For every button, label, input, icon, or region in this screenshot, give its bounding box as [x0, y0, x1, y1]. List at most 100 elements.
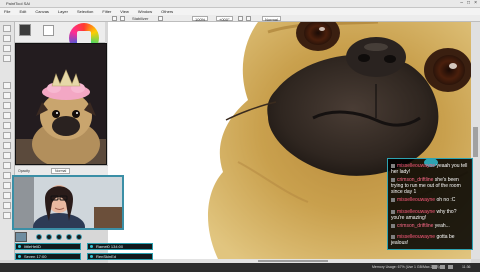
subscriber-badge-icon [391, 197, 395, 202]
language-icon[interactable] [448, 265, 453, 269]
menu-filter[interactable]: Filter [102, 8, 111, 15]
layer-mode-select[interactable]: Normal [51, 168, 71, 174]
rotate-tool[interactable] [3, 55, 11, 62]
layer-thumbnail[interactable] [15, 232, 27, 242]
rotate-left-button[interactable] [238, 16, 243, 21]
chat-message: misselleouwayne why tho? you're amazing! [391, 209, 471, 221]
overlay-dot [46, 234, 52, 240]
menu-window[interactable]: Window [138, 8, 152, 15]
gradation-tool[interactable] [3, 192, 11, 199]
menu-bar: File Edit Canvas Layer Selection Filter … [0, 8, 480, 15]
dog-webcam [15, 43, 107, 165]
rotate-right-button[interactable] [246, 16, 251, 21]
app-title: PaintTool SAI [6, 1, 31, 6]
star-icon [18, 255, 21, 258]
layer-opacity-label: Opacity [18, 169, 30, 173]
coin-icon [90, 245, 93, 248]
subscriber-badge-icon [391, 223, 395, 228]
overlay-host-bar: RenSkinEd [87, 253, 153, 260]
bucket-tool[interactable] [3, 152, 11, 159]
chat-message: misselleouwayne gotta be jealous! [391, 234, 471, 246]
overlay-donation-text: Ramel0 134:00 [96, 244, 124, 249]
menu-others[interactable]: Others [161, 8, 173, 15]
zoom-tool[interactable] [3, 45, 11, 52]
blur-tool[interactable] [3, 162, 11, 169]
background-color-swatch[interactable] [43, 25, 54, 36]
chat-overlay: misselleouwayne yeaah you tell her lady!… [387, 158, 473, 250]
pen-mode-button[interactable] [158, 16, 163, 21]
menu-layer[interactable]: Layer [58, 8, 68, 15]
close-button[interactable]: × [474, 0, 477, 7]
overlay-dot [36, 234, 42, 240]
subscriber-badge-icon [391, 234, 395, 239]
overlay-donation-bar: Ramel0 134:00 [87, 243, 153, 250]
pug-photo [16, 44, 106, 164]
clock[interactable]: 11:36 [462, 265, 471, 269]
heart-icon [18, 245, 21, 248]
menu-edit[interactable]: Edit [19, 8, 26, 15]
chat-text: oh no :C [436, 197, 456, 203]
overlay-follower-bar: littleHeliD [15, 243, 81, 250]
tray-icons [432, 265, 453, 269]
vertical-scroll-thumb[interactable] [473, 127, 478, 157]
smudge-tool[interactable] [3, 172, 11, 179]
subscriber-badge-icon [391, 209, 395, 214]
marker-tool[interactable] [3, 122, 11, 129]
move-tool[interactable] [3, 35, 11, 42]
eraser-tool[interactable] [3, 132, 11, 139]
chat-username: misselleouwayne [397, 197, 436, 203]
foreground-color-swatch[interactable] [19, 24, 31, 36]
volume-icon[interactable] [440, 265, 445, 269]
menu-selection[interactable]: Selection [77, 8, 93, 15]
overlay-dot [76, 234, 82, 240]
overlay-sub-bar: Seven 17:00 [15, 253, 81, 260]
menu-view[interactable]: View [120, 8, 129, 15]
toolbar: Stabilizer 100% +000° Normal [0, 15, 480, 22]
select-all-button[interactable] [112, 16, 117, 21]
overlay-dot [56, 234, 62, 240]
overlay-follower-text: littleHeliD [24, 244, 41, 249]
memory-usage-text: Memory Usage: 67% (Use 1 GB/Max 2 GB) [372, 265, 440, 269]
pencil-tool[interactable] [3, 82, 11, 89]
shape-tool[interactable] [3, 202, 11, 209]
app-window: PaintTool SAI – □ × File Edit Canvas Lay… [0, 0, 480, 272]
title-bar: PaintTool SAI – □ × [0, 0, 480, 8]
view-mode-select[interactable]: Normal [262, 16, 281, 22]
overlay-sub-text: Seven 17:00 [24, 254, 47, 259]
overlay-host-text: RenSkinEd [96, 254, 117, 259]
text-tool[interactable] [3, 212, 11, 219]
brush-tool[interactable] [3, 102, 11, 109]
subscriber-badge-icon [391, 177, 395, 182]
streamer-webcam [12, 175, 124, 230]
status-bar: Memory Usage: 67% (Use 1 GB/Max 2 GB) 11… [0, 263, 480, 272]
chat-message: misselleouwayne yeaah you tell her lady! [391, 163, 471, 175]
maximize-button[interactable]: □ [467, 0, 470, 7]
angle-field[interactable]: +000° [216, 16, 233, 22]
streamer-photo [14, 177, 122, 228]
overlay-dots [36, 234, 82, 240]
watercolor-tool[interactable] [3, 112, 11, 119]
chat-username: crimson_driftline [397, 223, 434, 229]
deselect-button[interactable] [120, 16, 125, 21]
window-controls: – □ × [460, 0, 477, 7]
menu-canvas[interactable]: Canvas [35, 8, 49, 15]
color-panel [15, 22, 105, 53]
menu-file[interactable]: File [4, 8, 10, 15]
navigator-tool[interactable] [3, 25, 11, 32]
user-icon [90, 255, 93, 258]
binary-pen-tool[interactable] [3, 182, 11, 189]
chat-message: misselleouwayne oh no :C [391, 197, 471, 203]
select-tool[interactable] [3, 142, 11, 149]
stabilizer-label: Stabilizer [132, 16, 149, 21]
chat-text: yeah... [434, 223, 450, 229]
chat-message: crimson_driftline yeah... [391, 223, 471, 229]
overlay-dot [66, 234, 72, 240]
chat-message: crimson_driftline she's been trying to r… [391, 177, 471, 195]
airbrush-tool[interactable] [3, 92, 11, 99]
layer-panel-header: Opacity Normal [15, 165, 108, 175]
network-icon[interactable] [432, 265, 437, 269]
subscriber-badge-icon [391, 163, 395, 168]
minimize-button[interactable]: – [460, 0, 463, 7]
horizontal-scroll-thumb[interactable] [258, 260, 328, 262]
zoom-field[interactable]: 100% [192, 16, 209, 22]
